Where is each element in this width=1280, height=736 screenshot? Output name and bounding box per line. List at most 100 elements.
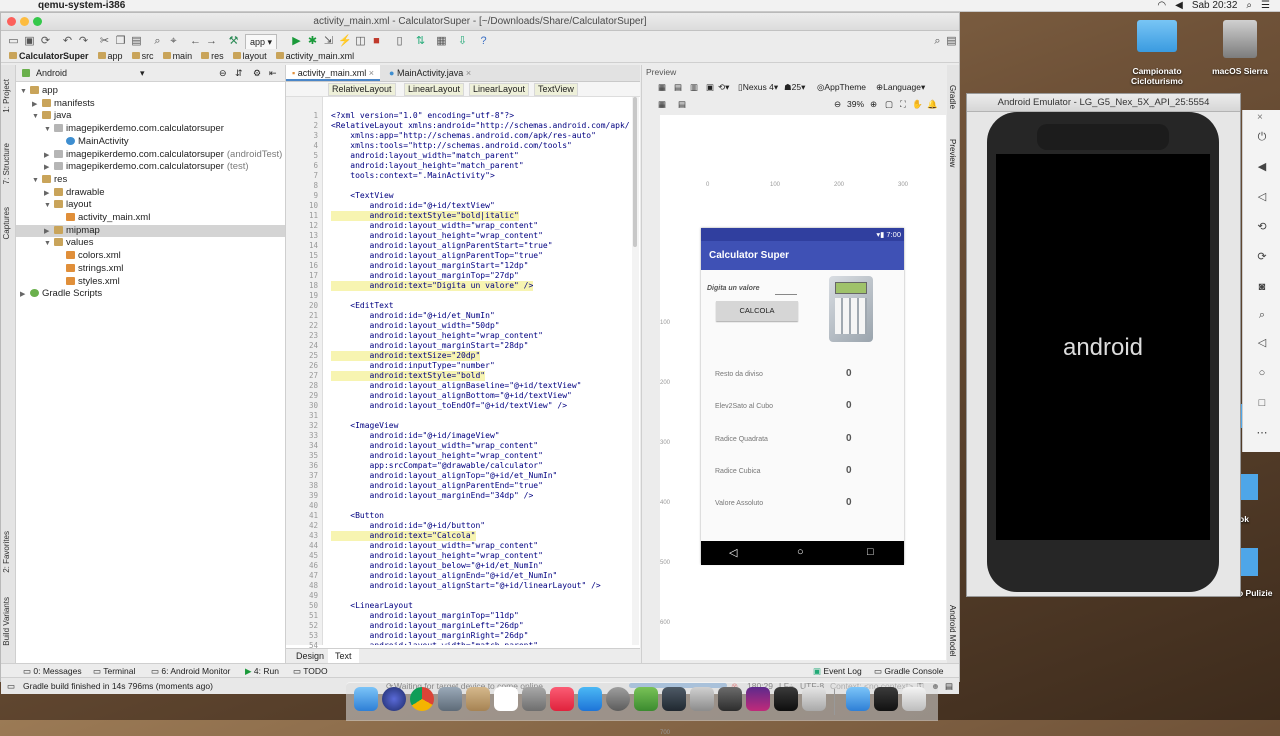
zoom-out-icon[interactable]: ⊖ bbox=[834, 96, 841, 112]
help-icon[interactable]: ? bbox=[477, 35, 490, 48]
breadcrumb-item[interactable]: src bbox=[130, 49, 158, 62]
notes-icon[interactable] bbox=[522, 687, 546, 711]
trash-icon[interactable] bbox=[902, 687, 926, 711]
layout-icon[interactable]: ▤ bbox=[945, 35, 958, 48]
menubar-app-name[interactable]: qemu-system-i386 bbox=[38, 0, 125, 11]
messages-tab[interactable]: ▭ 0: Messages bbox=[23, 664, 82, 678]
wifi-icon[interactable]: ◠ bbox=[1157, 0, 1166, 11]
tree-item[interactable]: MainActivity bbox=[16, 136, 285, 148]
save-icon[interactable]: ▣ bbox=[23, 35, 36, 48]
back-icon[interactable]: ◁ bbox=[1255, 336, 1269, 350]
tree-expand-icon[interactable]: ▼ bbox=[44, 200, 54, 212]
system-preferences-icon[interactable] bbox=[606, 687, 630, 711]
sublime-icon[interactable] bbox=[718, 687, 742, 711]
search-everywhere-icon[interactable]: ⌕ bbox=[931, 35, 944, 48]
tree-expand-icon[interactable]: ▶ bbox=[44, 188, 54, 200]
tree-expand-icon[interactable]: ▶ bbox=[44, 162, 54, 174]
finder-icon[interactable] bbox=[354, 687, 378, 711]
close-icon[interactable]: × bbox=[466, 68, 471, 78]
gradle-tool-tab[interactable]: Gradle bbox=[948, 85, 957, 109]
blueprint-icon[interactable]: ▦ bbox=[658, 79, 666, 95]
xml-path-item[interactable]: LinearLayout bbox=[469, 83, 530, 96]
tree-expand-icon[interactable]: ▶ bbox=[44, 150, 54, 162]
volume-icon[interactable]: ◀ bbox=[1175, 0, 1183, 11]
contacts-icon[interactable] bbox=[466, 687, 490, 711]
downloads-folder-icon[interactable] bbox=[846, 687, 870, 711]
power-icon[interactable]: ⏻ bbox=[1255, 130, 1269, 144]
tree-item[interactable]: ▼ values bbox=[16, 237, 285, 249]
build-variants-tool-tab[interactable]: Build Variants bbox=[2, 597, 11, 646]
redo-icon[interactable]: ↷ bbox=[77, 35, 90, 48]
siri-icon[interactable] bbox=[382, 687, 406, 711]
structure-tool-tab[interactable]: 7: Structure bbox=[2, 143, 11, 184]
undo-icon[interactable]: ↶ bbox=[61, 35, 74, 48]
desktop-disk-macos-sierra[interactable]: macOS Sierra bbox=[1208, 20, 1272, 76]
tab-main-activity[interactable]: ● MainActivity.java × bbox=[383, 65, 477, 81]
tree-item[interactable]: ▶ imagepikerdemo.com.calculatorsuper (andr… bbox=[16, 149, 285, 161]
tree-item[interactable]: activity_main.xml bbox=[16, 212, 285, 224]
tree-expand-icon[interactable]: ▼ bbox=[20, 86, 30, 98]
close-icon[interactable]: × bbox=[369, 68, 374, 78]
tree-item[interactable]: ▼ imagepikerdemo.com.calculatorsuper bbox=[16, 123, 285, 135]
gear-icon[interactable]: ⚙ bbox=[253, 65, 261, 81]
folder-icon[interactable] bbox=[1238, 474, 1258, 500]
itunes-icon[interactable] bbox=[550, 687, 574, 711]
tree-expand-icon[interactable]: ▶ bbox=[20, 289, 30, 301]
favorites-tool-tab[interactable]: 2: Favorites bbox=[2, 531, 11, 573]
volume-up-icon[interactable]: ◀ bbox=[1255, 160, 1269, 174]
sdk-manager-icon[interactable]: ⇩ bbox=[456, 35, 469, 48]
sync-icon[interactable]: ⟳ bbox=[39, 35, 52, 48]
open-folder-icon[interactable]: ▭ bbox=[7, 35, 20, 48]
project-tool-tab[interactable]: 1: Project bbox=[2, 79, 11, 113]
chrome-icon[interactable] bbox=[410, 687, 434, 711]
project-view-select[interactable]: Android bbox=[36, 65, 67, 81]
tree-expand-icon[interactable]: ▶ bbox=[32, 99, 42, 111]
run-icon[interactable]: ▶ bbox=[290, 35, 303, 48]
terminal-tab[interactable]: ▭ Terminal bbox=[93, 664, 135, 678]
apply-changes-icon[interactable]: ⚡ bbox=[338, 35, 352, 48]
forward-icon[interactable]: → bbox=[205, 35, 218, 48]
design-surface-icon[interactable]: ▤ bbox=[674, 79, 682, 95]
breadcrumb-item[interactable]: layout bbox=[231, 49, 271, 62]
gradle-console-tab[interactable]: ▭ Gradle Console bbox=[874, 664, 943, 678]
launchpad-icon[interactable] bbox=[438, 687, 462, 711]
tab-design[interactable]: Design bbox=[296, 649, 324, 664]
home-icon[interactable]: ○ bbox=[1255, 366, 1269, 380]
pan-icon[interactable]: ✋ bbox=[912, 96, 923, 112]
utility-icon[interactable] bbox=[690, 687, 714, 711]
screen-recorder-icon[interactable] bbox=[746, 687, 770, 711]
api-select[interactable]: ☗25▾ bbox=[784, 79, 805, 95]
scroll-from-source-icon[interactable]: ⇵ bbox=[235, 65, 243, 81]
run-tab[interactable]: ▶ 4: Run bbox=[245, 664, 279, 678]
tree-expand-icon[interactable]: ▶ bbox=[44, 226, 54, 238]
tree-item[interactable]: styles.xml bbox=[16, 276, 285, 288]
tree-item[interactable]: ▼ layout bbox=[16, 199, 285, 211]
more-icon[interactable]: ⋯ bbox=[1255, 426, 1269, 440]
hide-panel-icon[interactable]: ⇤ bbox=[269, 65, 277, 81]
xml-path-item[interactable]: LinearLayout bbox=[404, 83, 465, 96]
folder-icon[interactable] bbox=[1238, 548, 1258, 576]
paste-icon[interactable]: ▤ bbox=[130, 35, 143, 48]
breadcrumb-item[interactable]: CalculatorSuper bbox=[7, 49, 93, 62]
close-icon[interactable]: × bbox=[1257, 112, 1263, 123]
make-project-icon[interactable]: ⚒ bbox=[227, 35, 240, 48]
editor-scrollbar[interactable] bbox=[632, 97, 639, 645]
tree-expand-icon[interactable]: ▼ bbox=[44, 124, 54, 136]
breadcrumb-item[interactable]: app bbox=[96, 49, 127, 62]
replace-icon[interactable]: ⌖ bbox=[167, 35, 180, 48]
app-store-icon[interactable] bbox=[578, 687, 602, 711]
camera-icon[interactable]: ◙ bbox=[1255, 280, 1269, 294]
tree-expand-icon[interactable]: ▼ bbox=[44, 238, 54, 250]
zoom-actual-icon[interactable]: ▢ bbox=[885, 96, 893, 112]
tab-text[interactable]: Text bbox=[328, 649, 359, 664]
xml-path-item[interactable]: RelativeLayout bbox=[328, 83, 396, 96]
calendar-icon[interactable] bbox=[494, 687, 518, 711]
theme-select[interactable]: ◎AppTheme bbox=[817, 79, 866, 95]
coverage-icon[interactable]: ◫ bbox=[354, 35, 367, 48]
attach-debugger-icon[interactable]: ⇲ bbox=[322, 35, 335, 48]
layout-variants-icon[interactable]: ▣ bbox=[706, 79, 714, 95]
event-log-tab[interactable]: ▣ Event Log bbox=[813, 664, 862, 678]
zoom-in-icon[interactable]: ⊕ bbox=[870, 96, 877, 112]
rotate-left-icon[interactable]: ⟲ bbox=[1255, 220, 1269, 234]
zoom-window-button[interactable] bbox=[33, 17, 42, 26]
